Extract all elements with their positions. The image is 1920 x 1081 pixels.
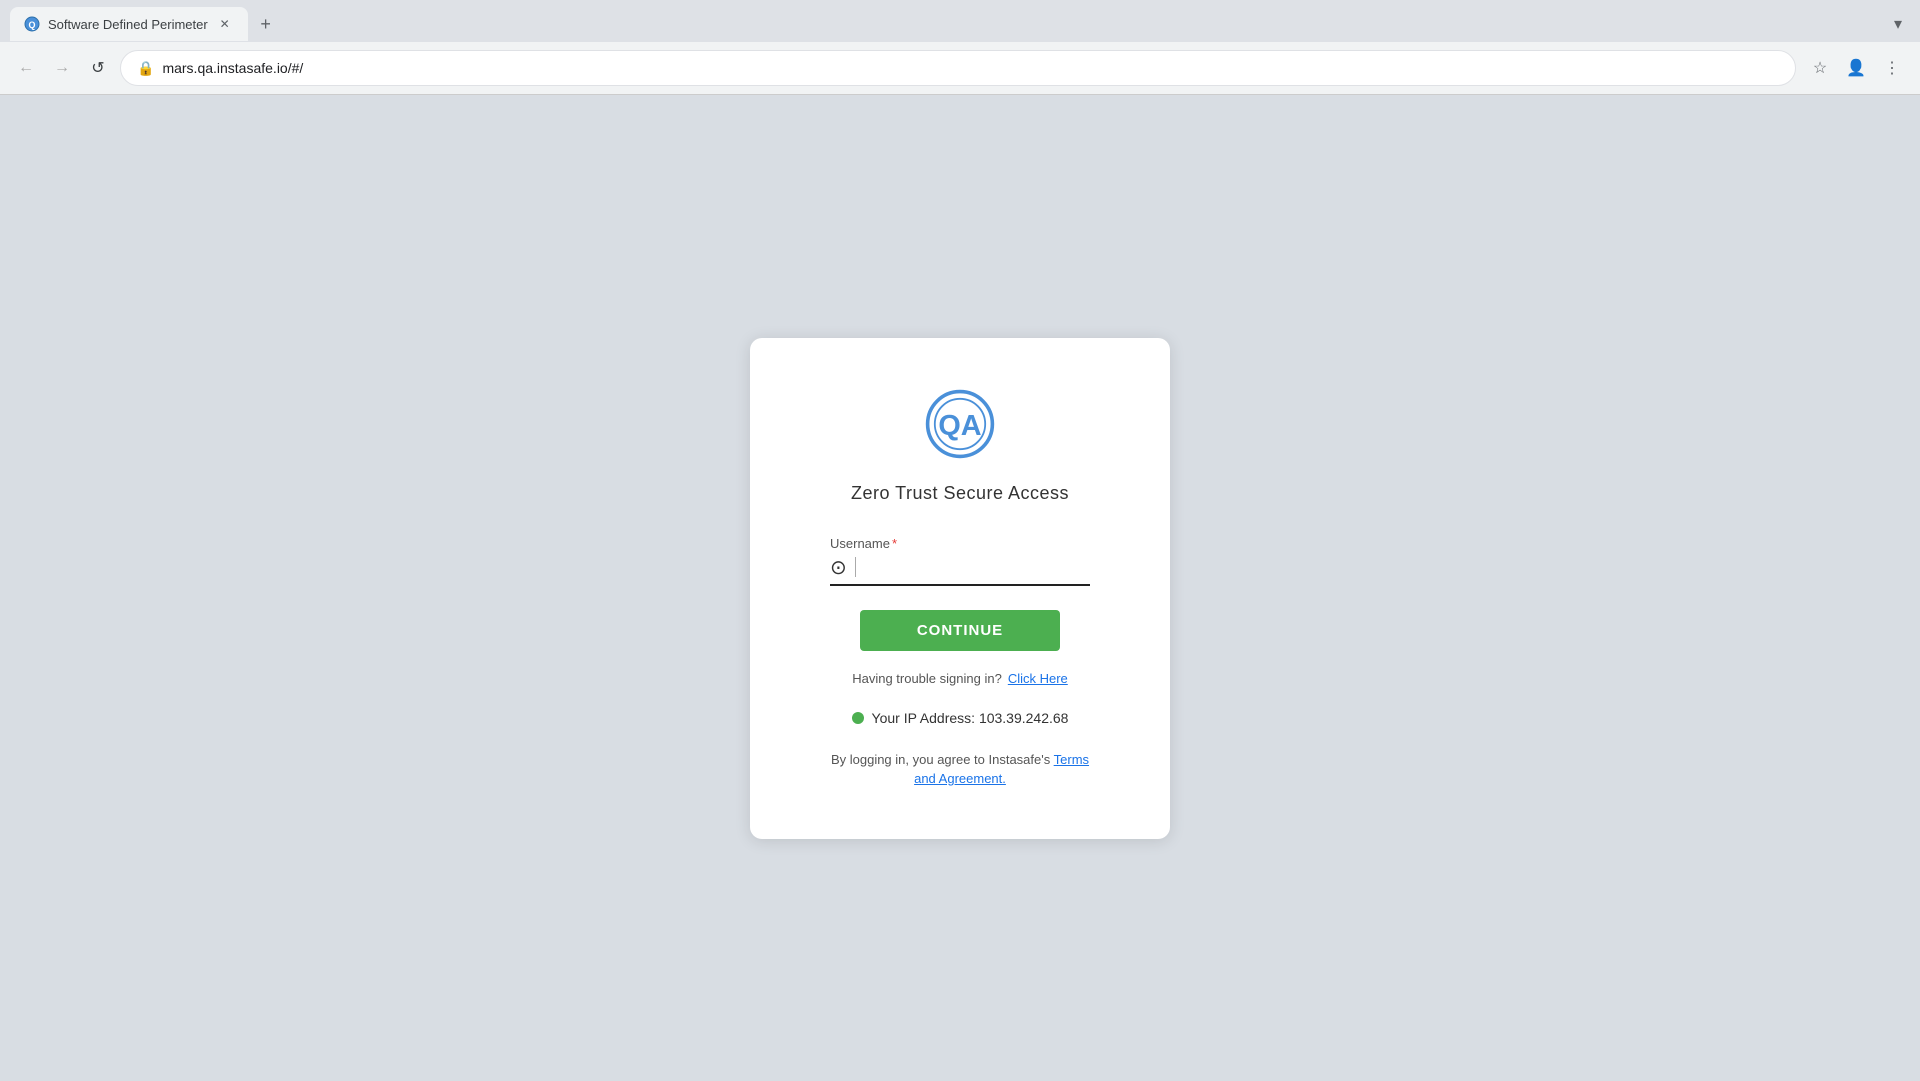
url-bar[interactable]: 🔒 mars.qa.instasafe.io/#/ [120, 50, 1796, 86]
profile-button[interactable]: 👤 [1840, 52, 1872, 84]
continue-button[interactable]: CONTINUE [860, 610, 1060, 651]
address-bar: ← → ↺ 🔒 mars.qa.instasafe.io/#/ ☆ 👤 ⋮ [0, 42, 1920, 94]
tab-close-button[interactable]: ✕ [216, 15, 234, 33]
ip-status-dot [852, 712, 864, 724]
username-input[interactable] [864, 559, 1090, 576]
trouble-text: Having trouble signing in? [852, 671, 1002, 686]
username-input-wrapper: ⊙ [830, 555, 1090, 586]
reload-button[interactable]: ↺ [84, 54, 112, 82]
tab-title: Software Defined Perimeter [48, 17, 208, 32]
active-tab[interactable]: Q Software Defined Perimeter ✕ [10, 7, 248, 41]
user-icon: ⊙ [830, 555, 847, 580]
input-divider [855, 557, 856, 577]
app-title: Zero Trust Secure Access [851, 483, 1069, 504]
tab-bar: Q Software Defined Perimeter ✕ + ▾ [0, 0, 1920, 42]
logo-container: QA [924, 388, 996, 465]
url-text: mars.qa.instasafe.io/#/ [162, 60, 1779, 76]
terms-line: By logging in, you agree to Instasafe's … [830, 750, 1090, 789]
app-logo: QA [924, 388, 996, 460]
address-actions: ☆ 👤 ⋮ [1804, 52, 1908, 84]
trouble-link[interactable]: Click Here [1008, 671, 1068, 686]
new-tab-button[interactable]: + [252, 10, 280, 38]
ip-address-text: Your IP Address: 103.39.242.68 [872, 710, 1069, 726]
tab-dropdown-button[interactable]: ▾ [1886, 10, 1910, 38]
terms-prefix: By logging in, you agree to Instasafe's [831, 752, 1050, 767]
browser-chrome: Q Software Defined Perimeter ✕ + ▾ ← → ↺… [0, 0, 1920, 95]
lock-icon: 🔒 [137, 60, 154, 77]
login-card: QA Zero Trust Secure Access Username* ⊙ … [750, 338, 1170, 839]
trouble-line: Having trouble signing in? Click Here [852, 671, 1068, 686]
svg-text:Q: Q [28, 20, 35, 30]
page-content: QA Zero Trust Secure Access Username* ⊙ … [0, 95, 1920, 1081]
menu-button[interactable]: ⋮ [1876, 52, 1908, 84]
back-button[interactable]: ← [12, 54, 40, 82]
username-label: Username* [830, 536, 1090, 551]
tab-favicon: Q [24, 16, 40, 32]
username-form-group: Username* ⊙ [830, 536, 1090, 586]
bookmark-button[interactable]: ☆ [1804, 52, 1836, 84]
forward-button[interactable]: → [48, 54, 76, 82]
ip-address-line: Your IP Address: 103.39.242.68 [852, 710, 1069, 726]
svg-text:QA: QA [938, 409, 981, 441]
